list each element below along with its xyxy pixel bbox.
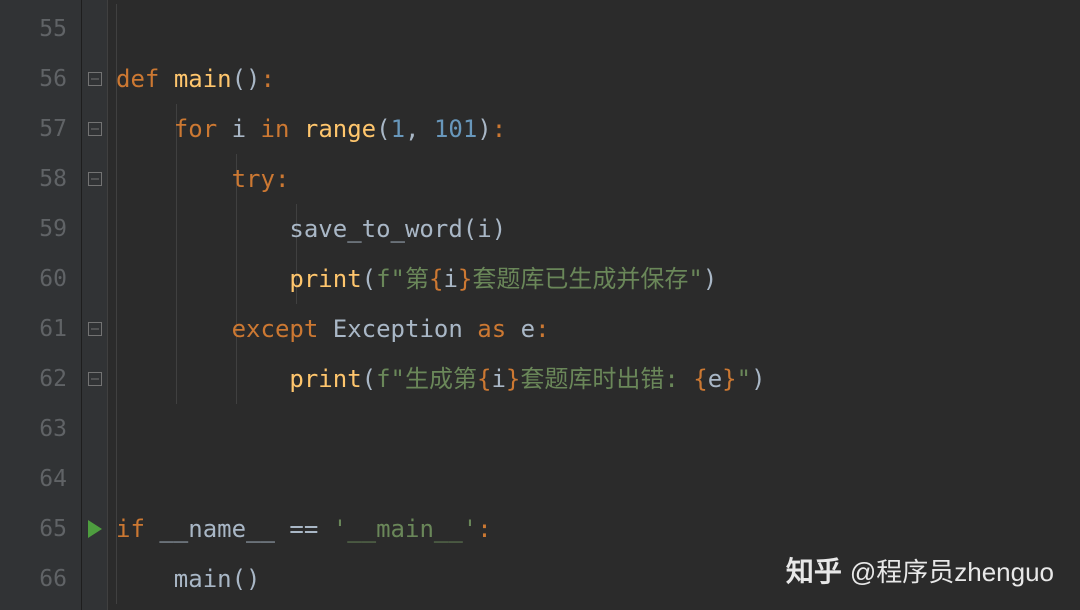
code-area[interactable]: def main(): for i in range(1, 101): try:… — [108, 0, 1080, 610]
code-line: print(f"第{i}套题库已生成并保存") — [116, 254, 1080, 304]
line-number: 55 — [0, 4, 81, 54]
watermark: 知乎 @程序员zhenguo — [786, 550, 1054, 590]
line-number: 57 — [0, 104, 81, 154]
fold-toggle-icon[interactable] — [88, 72, 102, 86]
line-number: 65 — [0, 504, 81, 554]
code-line: for i in range(1, 101): — [116, 104, 1080, 154]
line-number: 56 — [0, 54, 81, 104]
line-number: 60 — [0, 254, 81, 304]
code-line: def main(): — [116, 54, 1080, 104]
code-line — [116, 4, 1080, 54]
line-number-gutter: 55 56 57 58 59 60 61 62 63 64 65 66 — [0, 0, 82, 610]
line-number: 64 — [0, 454, 81, 504]
line-number: 62 — [0, 354, 81, 404]
code-line: except Exception as e: — [116, 304, 1080, 354]
watermark-text: @程序员zhenguo — [850, 552, 1054, 589]
code-line — [116, 454, 1080, 504]
code-editor[interactable]: 55 56 57 58 59 60 61 62 63 64 65 66 — [0, 0, 1080, 610]
code-line — [116, 404, 1080, 454]
fold-toggle-icon[interactable] — [88, 372, 102, 386]
fold-toggle-icon[interactable] — [88, 322, 102, 336]
code-line: if __name__ == '__main__': — [116, 504, 1080, 554]
fold-column — [82, 0, 108, 610]
line-number: 61 — [0, 304, 81, 354]
code-line: try: — [116, 154, 1080, 204]
line-number: 63 — [0, 404, 81, 454]
fold-toggle-icon[interactable] — [88, 122, 102, 136]
line-number: 58 — [0, 154, 81, 204]
fold-toggle-icon[interactable] — [88, 172, 102, 186]
line-number: 66 — [0, 554, 81, 604]
line-number: 59 — [0, 204, 81, 254]
code-line: save_to_word(i) — [116, 204, 1080, 254]
zhihu-logo-icon: 知乎 — [786, 550, 842, 590]
run-gutter-icon[interactable] — [88, 520, 102, 538]
code-line: print(f"生成第{i}套题库时出错: {e}") — [116, 354, 1080, 404]
